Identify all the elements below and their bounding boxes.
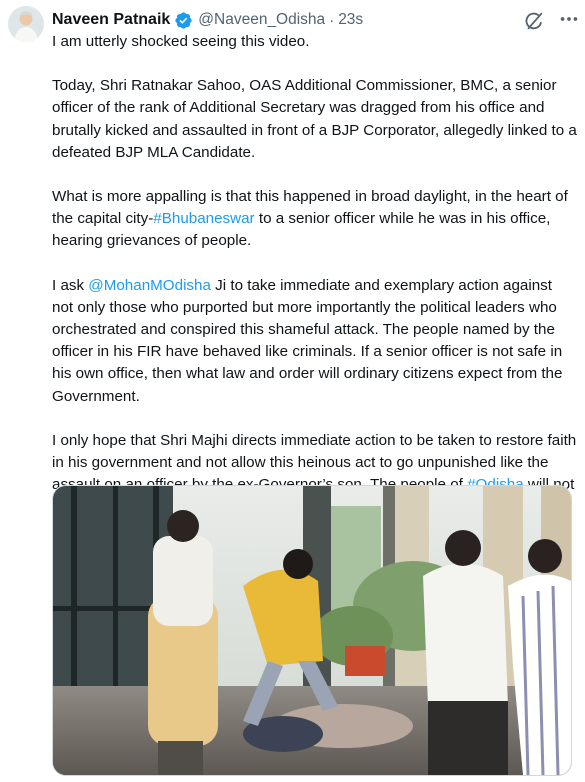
author-name[interactable]: Naveen Patnaik xyxy=(52,11,170,29)
avatar[interactable] xyxy=(8,6,44,42)
mention-mohanmodisha-link[interactable]: @MohanMOdisha xyxy=(88,277,211,294)
tweet: Naveen Patnaik @Naveen_Odisha · 23s I am… xyxy=(0,0,585,782)
tweet-paragraph-3: What is more appalling is that this happ… xyxy=(52,188,568,250)
separator-dot: · xyxy=(329,11,335,29)
avatar-image xyxy=(8,6,44,42)
tweet-paragraph-4: I ask @MohanMOdisha Ji to take immediate… xyxy=(52,276,563,405)
verified-badge-icon[interactable] xyxy=(174,11,193,30)
author-handle[interactable]: @Naveen_Odisha xyxy=(198,11,325,29)
hashtag-bhubaneswar-link[interactable]: #Bhubaneswar xyxy=(153,210,254,227)
tweet-video[interactable] xyxy=(52,485,572,776)
timestamp[interactable]: 23s xyxy=(338,11,363,29)
grok-icon[interactable] xyxy=(523,10,545,32)
more-options-icon[interactable] xyxy=(558,8,580,30)
tweet-paragraph-2: Today, Shri Ratnakar Sahoo, OAS Addition… xyxy=(52,77,577,161)
tweet-header: Naveen Patnaik @Naveen_Odisha · 23s xyxy=(52,9,363,31)
tweet-paragraph-1: I am utterly shocked seeing this video. xyxy=(52,33,310,50)
tweet-text: I am utterly shocked seeing this video. … xyxy=(52,31,577,541)
video-frame-image xyxy=(53,486,571,775)
